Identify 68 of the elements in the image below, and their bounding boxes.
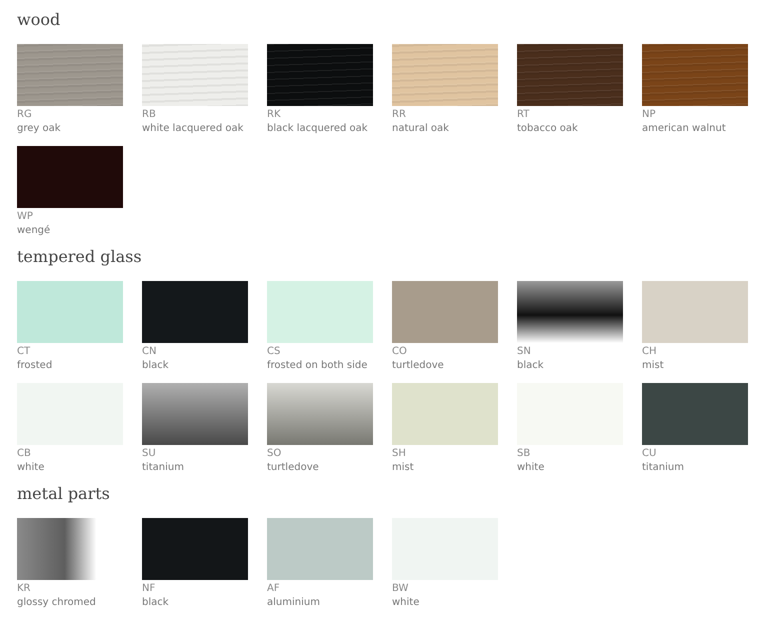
finish-name: american walnut [642,122,726,136]
finish-name: turtledove [392,359,444,373]
finish-name: black [142,359,169,373]
finish-code: SH [392,447,406,461]
finish-name: mist [642,359,664,373]
finish-code: RB [142,108,156,122]
finish-name: black [517,359,544,373]
color-swatch[interactable] [267,518,373,580]
finish-name: black [142,596,169,610]
color-swatch[interactable] [142,383,248,445]
color-swatch[interactable] [517,44,623,106]
finish-code: RK [267,108,281,122]
color-swatch[interactable] [142,281,248,343]
color-swatch[interactable] [17,281,123,343]
color-swatch[interactable] [267,383,373,445]
finish-name: white [392,596,420,610]
finish-name: white [17,461,44,475]
finish-name: titanium [642,461,684,475]
finish-code: CB [17,447,31,461]
finish-name: white [517,461,544,475]
finish-name: wengé [17,224,50,238]
finish-code: CO [392,345,407,359]
finish-name: frosted [17,359,52,373]
finish-code: SB [517,447,530,461]
finish-name: glossy chromed [17,596,96,610]
color-swatch[interactable] [392,383,498,445]
finish-code: CU [642,447,656,461]
finish-name: natural oak [392,122,449,136]
finish-code: KR [17,582,31,596]
color-swatch[interactable] [267,281,373,343]
color-swatch[interactable] [392,44,498,106]
finish-code: SN [517,345,531,359]
section-heading: metal parts [17,483,111,505]
finish-name: turtledove [267,461,319,475]
color-swatch[interactable] [142,44,248,106]
finish-code: BW [392,582,408,596]
color-swatch[interactable] [267,44,373,106]
finish-name: grey oak [17,122,61,136]
color-swatch[interactable] [642,44,748,106]
finish-code: RT [517,108,530,122]
finish-code: NF [142,582,156,596]
finish-code: AF [267,582,280,596]
finish-name: mist [392,461,414,475]
finish-code: CS [267,345,280,359]
finish-code: NP [642,108,656,122]
finish-name: aluminium [267,596,320,610]
finish-code: RG [17,108,32,122]
color-swatch[interactable] [142,518,248,580]
section-heading: wood [17,9,62,31]
color-swatch[interactable] [642,383,748,445]
color-swatch[interactable] [17,44,123,106]
color-swatch[interactable] [392,281,498,343]
finish-code: SO [267,447,282,461]
finish-name: black lacquered oak [267,122,368,136]
finish-name: frosted on both side [267,359,368,373]
finish-code: SU [142,447,156,461]
finish-code: CH [642,345,657,359]
color-swatch[interactable] [17,146,123,208]
finish-code: CN [142,345,156,359]
finish-name: tobacco oak [517,122,578,136]
finish-code: CT [17,345,30,359]
color-swatch[interactable] [517,281,623,343]
color-swatch[interactable] [642,281,748,343]
finish-code: WP [17,210,33,224]
finish-code: RR [392,108,406,122]
finish-name: titanium [142,461,184,475]
finish-name: white lacquered oak [142,122,244,136]
section-heading: tempered glass [17,246,143,268]
